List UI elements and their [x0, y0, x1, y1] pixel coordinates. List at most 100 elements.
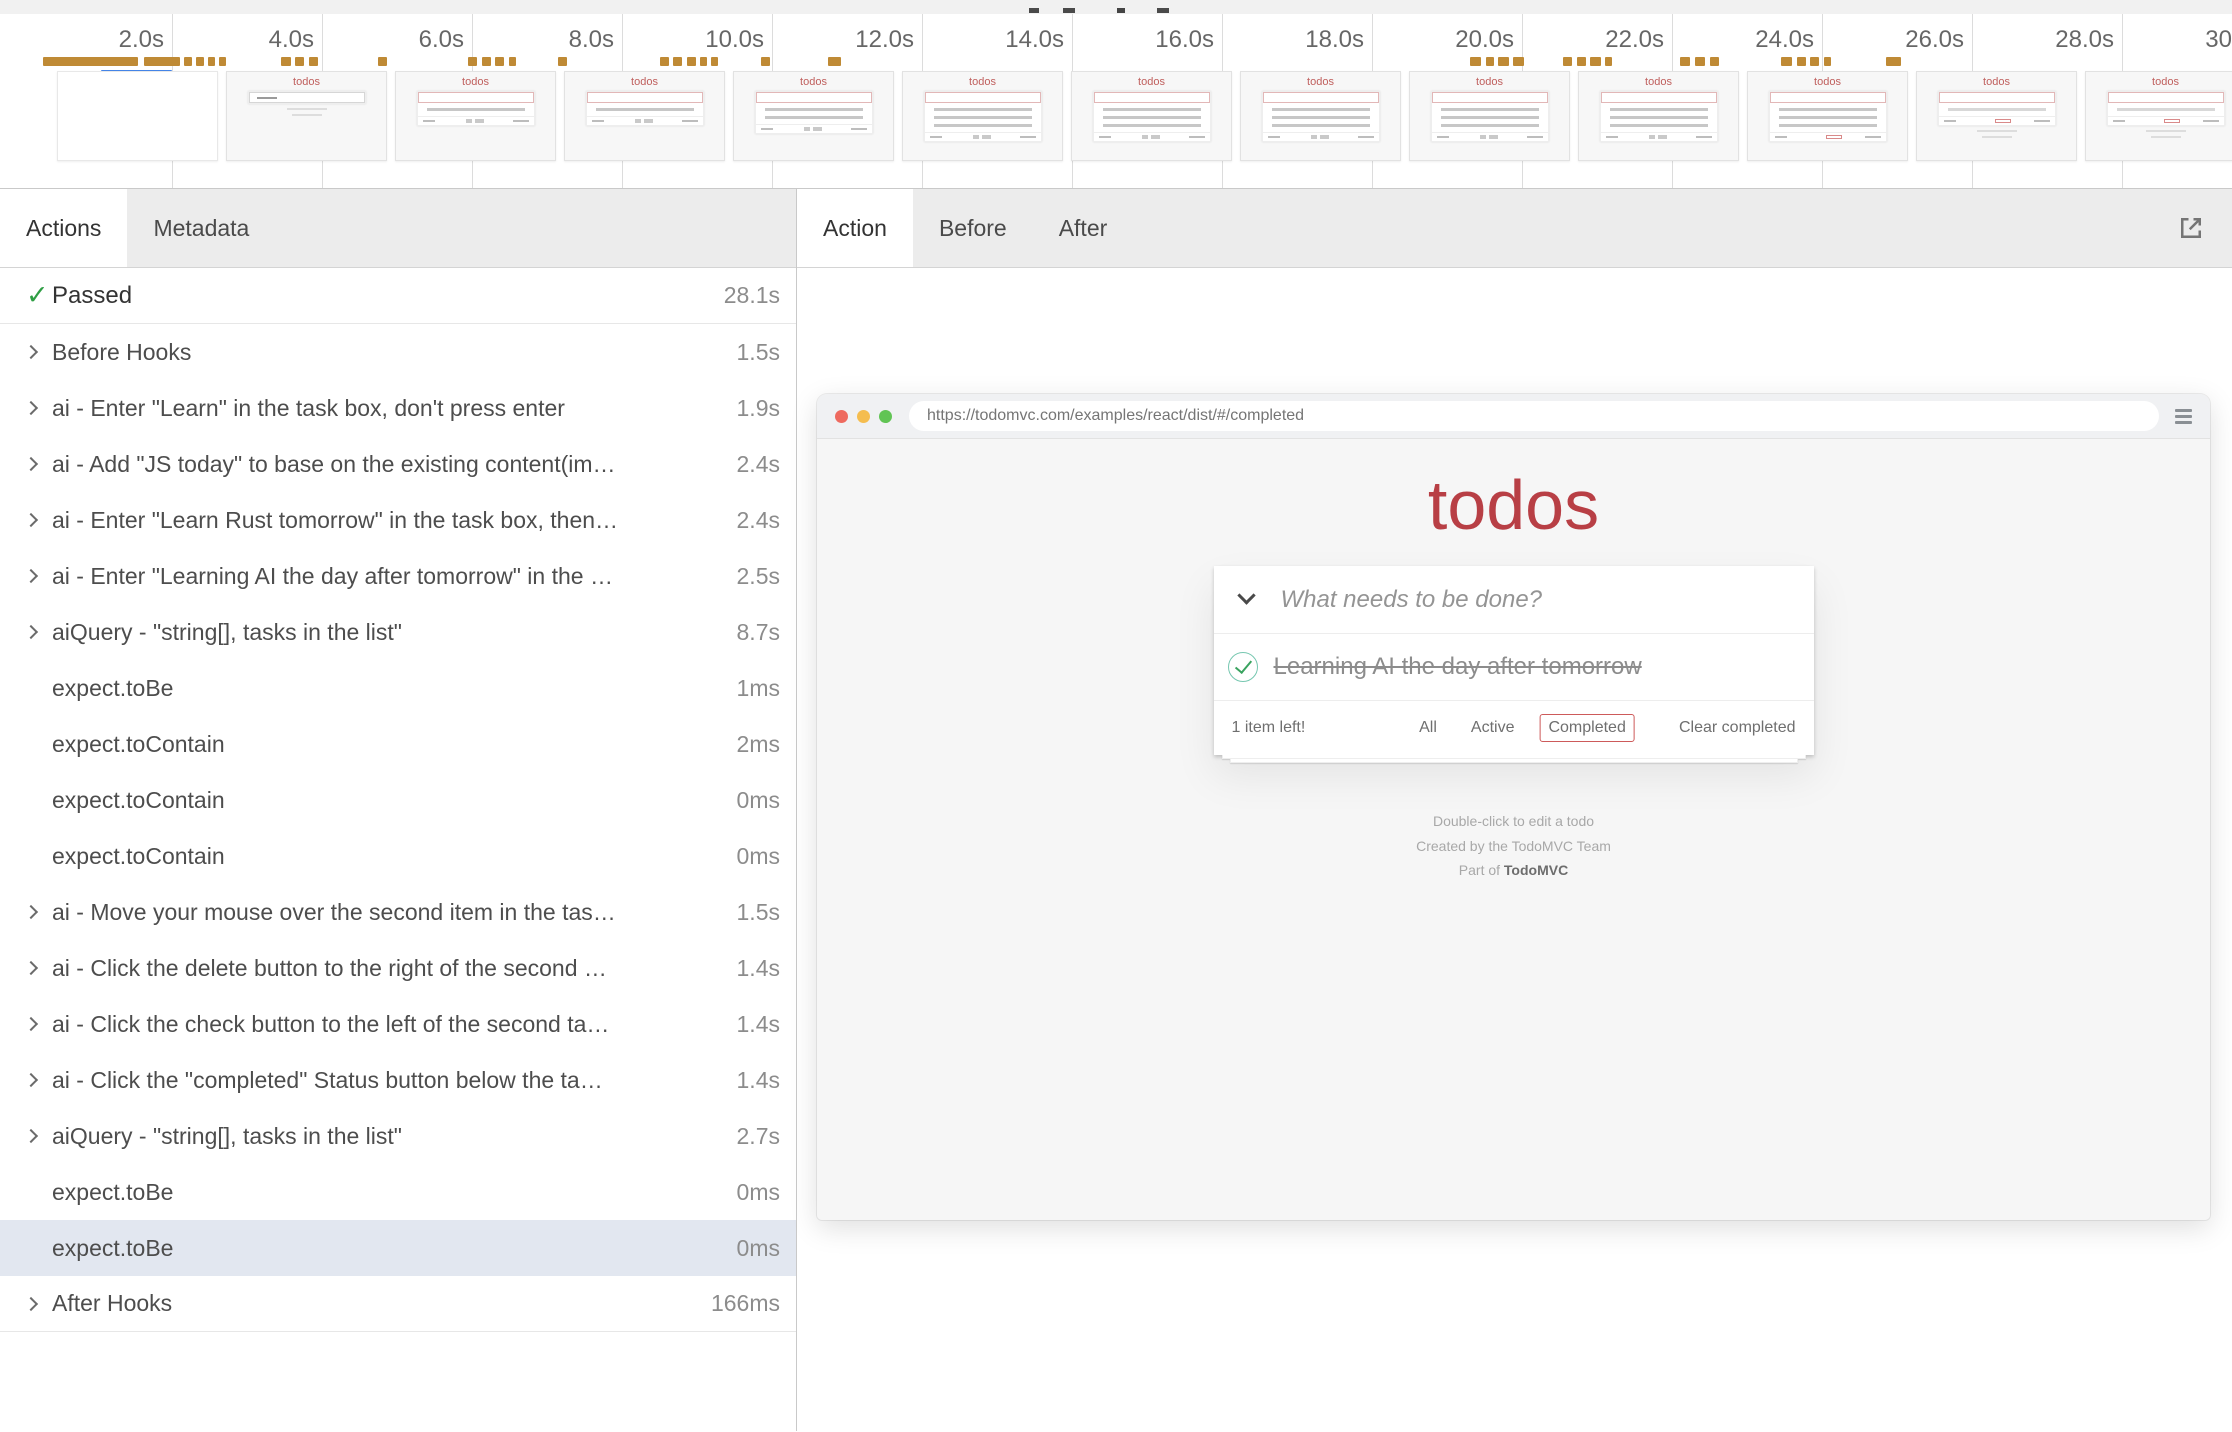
- thumbnail-input: [1601, 92, 1717, 103]
- thumbnail-footer: [925, 132, 1041, 141]
- expand-chevron-icon[interactable]: [24, 345, 38, 359]
- tab-actions[interactable]: Actions: [0, 189, 127, 267]
- expand-chevron-icon[interactable]: [24, 905, 38, 919]
- timeline-tick-label: 6.0s: [372, 26, 464, 54]
- action-row[interactable]: expect.toBe0ms: [0, 1164, 796, 1220]
- thumbnail-input: [1263, 92, 1379, 103]
- action-row[interactable]: expect.toBe1ms: [0, 660, 796, 716]
- filmstrip-thumbnail[interactable]: todos: [395, 71, 556, 161]
- action-duration: 2.5s: [737, 563, 780, 590]
- expand-chevron-icon[interactable]: [24, 961, 38, 975]
- thumbnail-todo-line: [596, 108, 694, 111]
- activity-mark: [208, 57, 215, 66]
- minimize-traffic-light-icon[interactable]: [857, 410, 870, 423]
- tab-action[interactable]: Action: [797, 189, 913, 267]
- tab-metadata[interactable]: Metadata: [127, 189, 275, 267]
- filmstrip-thumbnail[interactable]: todos: [1578, 71, 1739, 161]
- filter-active[interactable]: Active: [1462, 714, 1524, 742]
- filter-completed[interactable]: Completed: [1539, 714, 1634, 742]
- action-row[interactable]: ai - Add "JS today" to base on the exist…: [0, 436, 796, 492]
- thumbnail-todo-line: [765, 108, 863, 111]
- clear-completed-button[interactable]: Clear completed: [1679, 719, 1796, 737]
- expand-chevron-icon[interactable]: [24, 457, 38, 471]
- action-duration: 2.4s: [737, 451, 780, 478]
- action-row[interactable]: ai - Click the check button to the left …: [0, 996, 796, 1052]
- filter-all[interactable]: All: [1410, 714, 1446, 742]
- activity-mark: [43, 57, 138, 66]
- expand-chevron-icon[interactable]: [24, 513, 38, 527]
- filmstrip-thumbnail[interactable]: todos: [1240, 71, 1401, 161]
- thumbnail-input: [1094, 92, 1210, 103]
- filmstrip-thumbnail[interactable]: todos: [1747, 71, 1908, 161]
- action-row[interactable]: ✓Passed28.1s: [0, 268, 796, 324]
- action-row[interactable]: Before Hooks1.5s: [0, 324, 796, 380]
- todo-toggle-checked-icon[interactable]: [1228, 652, 1258, 682]
- todomvc-page: todos What needs to be done? Learning AI…: [817, 439, 2210, 1220]
- close-traffic-light-icon[interactable]: [835, 410, 848, 423]
- activity-mark: [378, 57, 387, 66]
- zoom-traffic-light-icon[interactable]: [879, 410, 892, 423]
- action-row[interactable]: expect.toContain2ms: [0, 716, 796, 772]
- timeline[interactable]: 2.0s4.0s6.0s8.0s10.0s12.0s14.0s16.0s18.0…: [0, 0, 2232, 189]
- timeline-tick-label: 28.0s: [2022, 26, 2114, 54]
- action-row[interactable]: aiQuery - "string[], tasks in the list"8…: [0, 604, 796, 660]
- tab-after[interactable]: After: [1033, 189, 1134, 267]
- filmstrip-thumbnail[interactable]: [57, 71, 218, 161]
- action-label: ai - Enter "Learn Rust tomorrow" in the …: [52, 507, 723, 534]
- thumbnail-footer: [1601, 132, 1717, 141]
- action-label: ai - Enter "Learning AI the day after to…: [52, 563, 723, 590]
- thumbnail-footer-filters: [1311, 135, 1337, 139]
- todomvc-link[interactable]: TodoMVC: [1504, 862, 1568, 878]
- filmstrip-thumbnail[interactable]: todos: [1071, 71, 1232, 161]
- expand-chevron-icon[interactable]: [24, 401, 38, 415]
- url-text: https://todomvc.com/examples/react/dist/…: [927, 407, 1304, 425]
- action-label: Passed: [52, 282, 710, 310]
- expand-chevron-icon[interactable]: [24, 1296, 38, 1310]
- thumbnail-footer: [1094, 132, 1210, 141]
- filmstrip-thumbnail[interactable]: todos: [564, 71, 725, 161]
- action-row[interactable]: ai - Enter "Learn" in the task box, don'…: [0, 380, 796, 436]
- expand-chevron-icon[interactable]: [24, 569, 38, 583]
- action-row[interactable]: aiQuery - "string[], tasks in the list"2…: [0, 1108, 796, 1164]
- thumbnail-footer-right: [1865, 136, 1881, 138]
- action-row[interactable]: expect.toContain0ms: [0, 828, 796, 884]
- browser-chrome: https://todomvc.com/examples/react/dist/…: [817, 394, 2210, 439]
- actions-panel: Actions Metadata ✓Passed28.1sBefore Hook…: [0, 189, 797, 1431]
- filmstrip-thumbnail[interactable]: todos: [1916, 71, 2077, 161]
- expand-chevron-icon[interactable]: [24, 1073, 38, 1087]
- open-snapshot-external-icon[interactable]: [2176, 213, 2206, 243]
- todo-label[interactable]: Learning AI the day after tomorrow: [1274, 653, 1642, 681]
- filmstrip-thumbnail[interactable]: todos: [902, 71, 1063, 161]
- activity-mark: [309, 57, 319, 66]
- filmstrip-thumbnail[interactable]: todos: [2085, 71, 2232, 161]
- action-row[interactable]: After Hooks166ms: [0, 1276, 796, 1332]
- action-row[interactable]: ai - Move your mouse over the second ite…: [0, 884, 796, 940]
- expand-chevron-icon[interactable]: [24, 1129, 38, 1143]
- new-todo-input[interactable]: What needs to be done?: [1281, 586, 1543, 614]
- thumbnail-footer-right: [682, 120, 698, 122]
- action-row[interactable]: expect.toBe0ms: [0, 1220, 796, 1276]
- action-row[interactable]: expect.toContain0ms: [0, 772, 796, 828]
- action-duration: 28.1s: [724, 282, 780, 309]
- activity-mark: [1797, 57, 1806, 66]
- filmstrip-thumbnail[interactable]: todos: [733, 71, 894, 161]
- action-row[interactable]: ai - Click the delete button to the righ…: [0, 940, 796, 996]
- action-label: After Hooks: [52, 1290, 697, 1317]
- timeline-tick-label: 2.0s: [72, 26, 164, 54]
- address-bar[interactable]: https://todomvc.com/examples/react/dist/…: [909, 401, 2159, 431]
- action-row[interactable]: ai - Click the "completed" Status button…: [0, 1052, 796, 1108]
- expand-chevron-icon[interactable]: [24, 625, 38, 639]
- info-line: Created by the TodoMVC Team: [1416, 834, 1611, 859]
- expand-chevron-icon[interactable]: [24, 1017, 38, 1031]
- filmstrip-thumbnail[interactable]: todos: [1409, 71, 1570, 161]
- thumbnail-footer-right: [851, 128, 867, 130]
- action-row[interactable]: ai - Enter "Learning AI the day after to…: [0, 548, 796, 604]
- todo-item: Learning AI the day after tomorrow: [1214, 634, 1814, 701]
- tab-before[interactable]: Before: [913, 189, 1033, 267]
- toggle-all-chevron-icon[interactable]: [1237, 586, 1255, 604]
- filmstrip-thumbnail[interactable]: todos: [226, 71, 387, 161]
- action-row[interactable]: ai - Enter "Learn Rust tomorrow" in the …: [0, 492, 796, 548]
- activity-mark: [1824, 57, 1831, 66]
- hamburger-menu-icon[interactable]: [2175, 406, 2192, 427]
- thumbnail-info-line: [1977, 130, 2017, 132]
